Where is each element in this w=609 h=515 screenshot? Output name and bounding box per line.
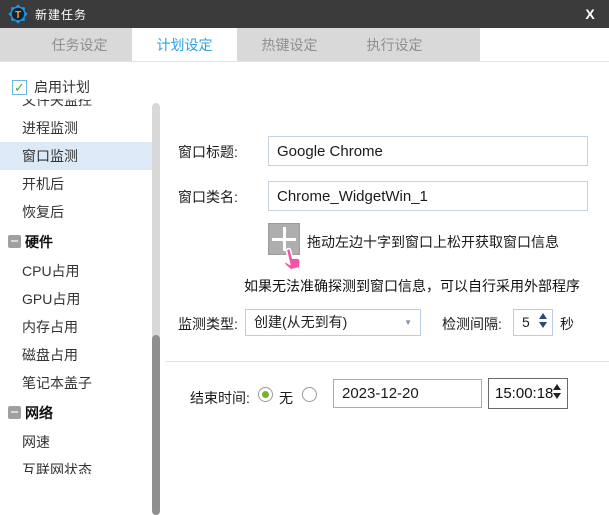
seconds-unit-label: 秒	[560, 314, 574, 334]
end-time-date-radio[interactable]	[302, 387, 317, 402]
sidebar-section-label: 硬件	[25, 232, 53, 252]
check-interval-value: 5	[522, 314, 530, 330]
end-time-value: 15:00:18	[495, 385, 553, 402]
window-class-input[interactable]	[268, 181, 588, 211]
sidebar-item[interactable]: 恢复后	[0, 198, 152, 226]
check-interval-label: 检测间隔:	[442, 314, 502, 334]
monitor-type-value: 创建(从无到有)	[254, 314, 347, 330]
close-button[interactable]: X	[581, 5, 599, 23]
app-gear-icon: T	[8, 4, 28, 24]
window-title: 新建任务	[35, 6, 87, 23]
enable-plan-checkbox[interactable]: ✓	[12, 80, 27, 95]
trigger-list: 文件夹监控进程监测窗口监测开机后恢复后硬件 CPU占用GPU占用内存占用磁盘占用笔…	[0, 99, 166, 474]
sidebar-section-header[interactable]: 网络	[0, 397, 152, 428]
titlebar: T 新建任务 X	[0, 0, 609, 28]
window-title-label: 窗口标题:	[178, 142, 238, 162]
enable-plan-row: ✓ 启用计划	[12, 77, 90, 97]
collapse-icon[interactable]	[8, 406, 21, 419]
warning-text: 如果无法准确探测到窗口信息，可以自行采用外部程序	[244, 276, 580, 296]
tab-bar: 任务设定计划设定热键设定执行设定	[0, 28, 609, 62]
new-task-window: T 新建任务 X 任务设定计划设定热键设定执行设定 ✓ 启用计划 文件夹监控进程…	[0, 0, 609, 475]
stepper-arrows-icon[interactable]	[539, 313, 548, 333]
sidebar-item[interactable]: 开机后	[0, 170, 152, 198]
sidebar-item[interactable]: 内存占用	[0, 313, 152, 341]
sidebar-item[interactable]: 磁盘占用	[0, 341, 152, 369]
enable-plan-label: 启用计划	[34, 77, 90, 97]
sidebar-section-label: 网络	[25, 403, 53, 423]
arrow-up-icon[interactable]	[539, 313, 547, 319]
end-time-spinner[interactable]: 15:00:18	[488, 378, 568, 409]
plan-form: 窗口标题: 窗口类名: 拖动左边十字到窗口上松开获取窗口信息 如果无法准确探测到…	[166, 62, 609, 474]
end-time-label: 结束时间:	[190, 388, 250, 408]
sidebar-section-header[interactable]: 硬件	[0, 226, 152, 257]
end-time-none-radio[interactable]	[258, 387, 273, 402]
tab-2[interactable]: 热键设定	[237, 28, 342, 61]
svg-text:T: T	[15, 10, 21, 21]
time-arrow-down-icon[interactable]	[553, 393, 561, 399]
window-title-input[interactable]	[268, 136, 588, 166]
section-divider	[166, 361, 609, 362]
end-date-input[interactable]	[333, 379, 482, 408]
sidebar-item[interactable]: 进程监测	[0, 114, 152, 142]
sidebar-item[interactable]: 文件夹监控	[0, 99, 152, 114]
end-time-none-label: 无	[279, 388, 293, 408]
tab-0[interactable]: 任务设定	[27, 28, 132, 61]
monitor-type-dropdown[interactable]: 创建(从无到有) ▼	[245, 309, 421, 336]
collapse-icon[interactable]	[8, 235, 21, 248]
chevron-down-icon: ▼	[404, 310, 412, 335]
tab-3[interactable]: 执行设定	[342, 28, 447, 61]
arrow-down-icon[interactable]	[539, 322, 547, 328]
sidebar-item[interactable]: 互联网状态	[0, 456, 152, 474]
time-arrow-up-icon[interactable]	[553, 384, 561, 390]
drag-hint-text: 拖动左边十字到窗口上松开获取窗口信息	[307, 232, 559, 252]
window-class-label: 窗口类名:	[178, 187, 238, 207]
check-interval-stepper[interactable]: 5	[513, 309, 553, 336]
sidebar-item[interactable]: 笔记本盖子	[0, 369, 152, 397]
sidebar-item[interactable]: 网速	[0, 428, 152, 456]
monitor-type-label: 监测类型:	[178, 314, 238, 334]
sidebar-item[interactable]: 窗口监测	[0, 142, 152, 170]
sidebar-item[interactable]: CPU占用	[0, 257, 152, 285]
sidebar-scrollbar-thumb[interactable]	[152, 335, 160, 515]
sidebar-scrollbar-track[interactable]	[152, 103, 160, 474]
sidebar: ✓ 启用计划 文件夹监控进程监测窗口监测开机后恢复后硬件 CPU占用GPU占用内存…	[0, 62, 166, 474]
tab-1[interactable]: 计划设定	[132, 28, 237, 61]
time-stepper-arrows-icon[interactable]	[553, 384, 562, 404]
sidebar-item[interactable]: GPU占用	[0, 285, 152, 313]
hand-cursor-icon	[275, 243, 311, 279]
